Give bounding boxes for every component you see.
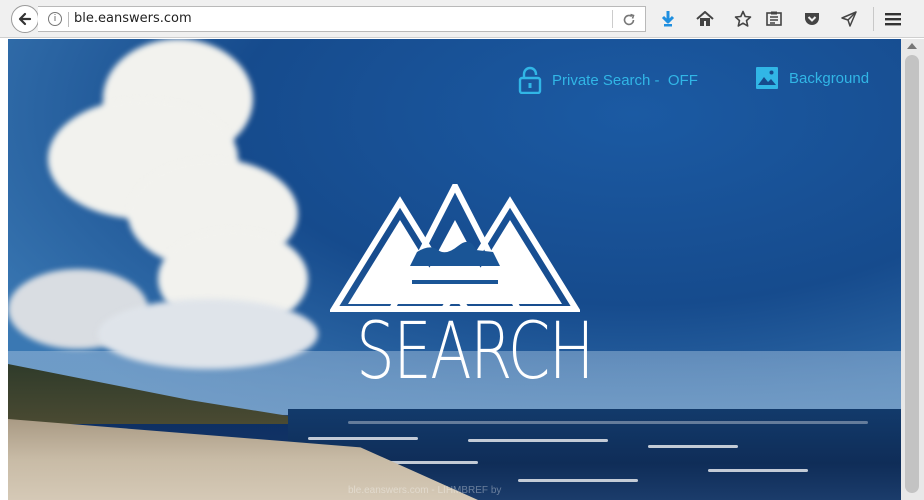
wave (648, 445, 738, 448)
url-separator (68, 12, 69, 27)
url-text[interactable]: ble.eanswers.com (74, 11, 192, 26)
footer-text: ble.eanswers.com - LIHMBREF by (348, 485, 502, 496)
toolbar-separator (873, 7, 874, 31)
wave (708, 469, 808, 472)
browser-toolbar: i ble.eanswers.com (0, 0, 924, 38)
wave (308, 437, 418, 440)
home-icon[interactable] (694, 8, 716, 30)
hamburger-menu-icon[interactable] (882, 8, 904, 30)
wave (348, 421, 868, 424)
background-button[interactable]: Background (755, 66, 869, 90)
search-homepage: Private Search - OFF Background SEARCH b… (8, 39, 901, 500)
background-label: Background (789, 69, 870, 87)
address-bar[interactable]: i ble.eanswers.com (38, 6, 646, 32)
reading-list-icon[interactable] (763, 8, 785, 30)
vertical-scrollbar[interactable] (901, 39, 924, 500)
logo-text: SEARCH (356, 307, 594, 397)
star-icon[interactable] (732, 8, 754, 30)
wave (468, 439, 608, 442)
send-icon[interactable] (838, 8, 860, 30)
wave (518, 479, 638, 482)
scroll-up-arrow-icon[interactable] (907, 43, 917, 49)
download-arrow-icon[interactable] (657, 8, 679, 30)
private-search-label: Private Search - OFF (552, 71, 698, 89)
info-icon[interactable]: i (48, 12, 62, 26)
mountains-logo-icon (330, 184, 580, 312)
back-button[interactable] (11, 5, 39, 33)
cloud (98, 299, 318, 369)
pocket-icon[interactable] (801, 8, 823, 30)
padlock-icon (518, 66, 542, 94)
private-search-toggle[interactable]: Private Search - OFF (518, 66, 698, 94)
image-icon (755, 66, 779, 90)
reload-icon[interactable] (620, 11, 638, 29)
scroll-thumb[interactable] (905, 55, 919, 493)
back-arrow-icon (18, 12, 32, 26)
url-divider (612, 10, 613, 28)
